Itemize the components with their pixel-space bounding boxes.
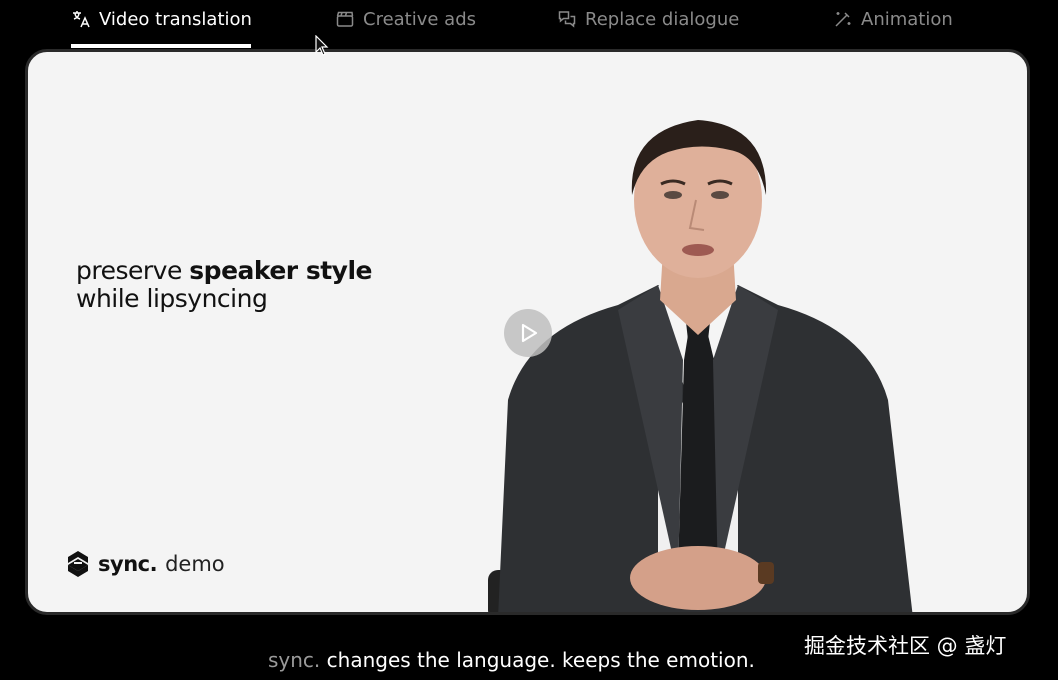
demo-video-player[interactable]: preserve speaker style while lipsyncing: [25, 49, 1030, 615]
tab-replace-dialogue[interactable]: Replace dialogue: [557, 6, 739, 32]
tab-label: Creative ads: [363, 8, 477, 30]
speaker-video-frame: [488, 120, 913, 612]
tab-label: Video translation: [99, 8, 252, 30]
sync-logo-icon: [68, 551, 88, 577]
caption-brand: sync.: [268, 648, 321, 672]
headline: preserve speaker style while lipsyncing: [76, 257, 372, 313]
play-icon: [521, 323, 538, 343]
headline-bold: speaker style: [189, 256, 372, 285]
tab-bar: Video translation Creative ads Replace d…: [0, 0, 1058, 48]
tab-creative-ads[interactable]: Creative ads: [335, 6, 476, 32]
active-tab-indicator: [71, 44, 251, 48]
headline-normal: preserve: [76, 256, 190, 285]
chat-bubbles-icon: [558, 11, 576, 28]
headline-line2: while lipsyncing: [76, 284, 268, 313]
tagline-caption: sync. changes the language. keeps the em…: [268, 648, 755, 672]
wand-icon: [835, 12, 851, 27]
play-button[interactable]: [504, 309, 552, 357]
watermark-text: 掘金技术社区 @ 盏灯: [804, 634, 1007, 658]
brand-name: sync.: [98, 552, 158, 576]
caption-text: changes the language. keeps the emotion.: [320, 648, 755, 672]
brand-logo: sync. demo: [66, 549, 225, 579]
mouse-cursor-icon: [315, 35, 329, 56]
translate-icon: [73, 11, 90, 28]
brand-sub: demo: [165, 552, 225, 576]
tab-label: Replace dialogue: [585, 8, 740, 30]
tab-video-translation[interactable]: Video translation: [71, 6, 252, 32]
tab-animation[interactable]: Animation: [833, 6, 953, 32]
clapperboard-icon: [336, 11, 354, 27]
tab-label: Animation: [861, 8, 953, 30]
